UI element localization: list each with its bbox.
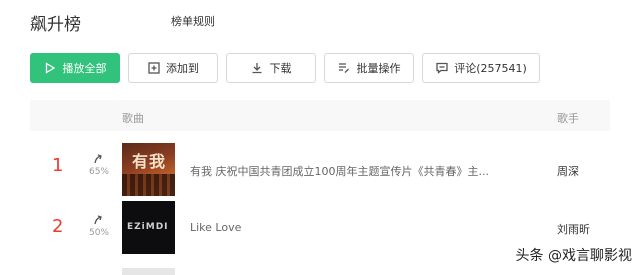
song-table: 歌曲 歌手 1 65% 有我 有我 庆祝中国共青团成立100周年主题宣传片《共青…	[30, 100, 610, 259]
cover-title: EZiMDI	[127, 222, 169, 232]
cover-art-figures	[122, 174, 175, 196]
trend-up-icon	[94, 154, 102, 164]
batch-operation-label: 批量操作	[356, 62, 401, 75]
page-title: 飙升榜	[30, 15, 81, 35]
album-cover[interactable]: EZiMDI	[122, 201, 175, 254]
chart-rules-link[interactable]: 榜单规则	[171, 13, 215, 29]
rank-number: 1	[52, 155, 64, 176]
album-cover-partial	[122, 268, 175, 275]
trend-percent: 50%	[88, 228, 109, 238]
trend-indicator: 50%	[86, 214, 112, 238]
song-title[interactable]: 有我 庆祝中国共青团成立100周年主题宣传片《共青春》主...	[190, 163, 489, 179]
add-to-label: 添加到	[166, 62, 199, 75]
download-button[interactable]: 下载	[226, 53, 316, 83]
comment-label: 评论(257541)	[454, 62, 527, 75]
trend-indicator: 65%	[86, 153, 112, 177]
artist-name[interactable]: 周深	[557, 163, 579, 179]
trend-up-icon	[94, 215, 102, 225]
album-cover[interactable]: 有我	[122, 143, 175, 196]
play-icon	[44, 62, 57, 75]
download-label: 下载	[269, 62, 292, 75]
list-edit-icon	[338, 62, 351, 75]
add-to-button[interactable]: 添加到	[128, 53, 218, 83]
rank-number: 2	[52, 216, 64, 237]
play-all-button[interactable]: 播放全部	[30, 53, 120, 83]
cover-title: 有我	[132, 152, 167, 171]
artist-name[interactable]: 刘雨昕	[557, 221, 590, 237]
comment-button[interactable]: 评论(257541)	[422, 53, 540, 83]
play-all-label: 播放全部	[62, 62, 107, 75]
watermark: 头条 @戏言聊影视	[515, 248, 632, 264]
table-header: 歌曲 歌手	[30, 100, 610, 131]
column-header-artist: 歌手	[557, 112, 579, 125]
batch-operation-button[interactable]: 批量操作	[324, 53, 414, 83]
column-header-song: 歌曲	[122, 112, 144, 125]
comment-icon	[435, 62, 448, 75]
trend-percent: 65%	[88, 167, 109, 177]
song-title[interactable]: Like Love	[190, 221, 241, 234]
add-icon	[147, 62, 160, 75]
table-row[interactable]: 1 65% 有我 有我 庆祝中国共青团成立100周年主题宣传片《共青春》主...…	[30, 139, 610, 199]
toolbar: 播放全部 添加到 下载 批量操作 评论(257541)	[30, 53, 540, 83]
download-icon	[251, 62, 264, 75]
